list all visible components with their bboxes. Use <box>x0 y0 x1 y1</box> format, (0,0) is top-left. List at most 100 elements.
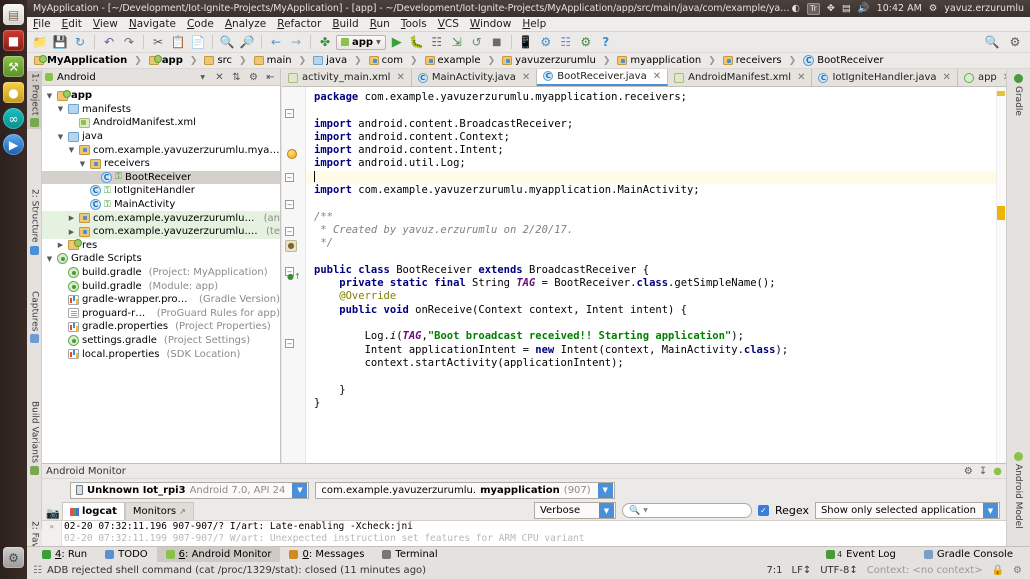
tool-window-tab-build-variants[interactable]: Build Variants <box>27 399 42 477</box>
tab-monitors[interactable]: Monitors ↗ <box>124 502 194 520</box>
fold-marker-icon[interactable]: − <box>285 200 294 209</box>
code-line[interactable]: package com.example.yavuzerzurumlu.myapp… <box>314 91 1006 104</box>
breadcrumb-item-src[interactable]: src ❯ <box>202 55 251 66</box>
close-icon[interactable]: ✕ <box>797 72 805 83</box>
volume-icon[interactable]: 🔊 <box>858 3 870 14</box>
code-line[interactable] <box>306 170 1006 185</box>
tree-item-gradle-scripts[interactable]: ▼ Gradle Scripts <box>42 252 280 266</box>
tree-item-bootreceiver[interactable]: C ⚿ BootReceiver <box>42 170 280 185</box>
bottom-tab-gradle-console[interactable]: Gradle Console <box>915 547 1022 562</box>
screenshot-icon[interactable]: 📷 <box>44 507 62 520</box>
chevron-down-icon[interactable]: ▼ <box>597 482 613 498</box>
terminal-red-icon[interactable]: ■ <box>3 30 24 51</box>
fold-marker-icon[interactable]: − <box>285 173 294 182</box>
trash-icon[interactable]: ⚙ <box>3 547 24 568</box>
clock[interactable]: 10:42 AM <box>877 3 922 14</box>
tree-item-build-gradle[interactable]: build.gradle (Module: app) <box>42 279 280 293</box>
logcat-output[interactable]: » 02-20 07:32:11.196 907-907/? I/art: La… <box>42 520 1006 547</box>
breadcrumb-item-myapplication[interactable]: MyApplication ❯ <box>32 55 147 66</box>
chevron-down-icon[interactable]: ▼ <box>45 92 54 100</box>
system-tray[interactable]: ◐ Tr ✥ ▤ 🔊 10:42 AM ⚙ yavuz.erzurumlu <box>792 2 1024 15</box>
status-icon[interactable]: ☷ <box>33 565 42 576</box>
regex-checkbox[interactable]: ✓ <box>757 505 769 516</box>
breadcrumb-item-example[interactable]: example ❯ <box>423 55 501 66</box>
gear-icon[interactable]: ⚙ <box>929 3 938 14</box>
breadcrumb-item-com[interactable]: com ❯ <box>367 55 423 66</box>
tab-logcat[interactable]: logcat <box>62 502 125 520</box>
warning-marker[interactable] <box>997 91 1005 96</box>
chevron-down-icon[interactable]: ▼ <box>78 160 87 168</box>
tree-item-build-gradle[interactable]: build.gradle (Project: MyApplication) <box>42 266 280 280</box>
tree-item-com-example-yavuzerzurumlu-myapplication[interactable]: ▼ com.example.yavuzerzurumlu.myapplicatio… <box>42 143 280 157</box>
project-view-selector[interactable]: Android ▼ <box>45 72 209 83</box>
bottom-tab-6-android-monitor[interactable]: 6: Android Monitor <box>156 547 281 562</box>
menu-item-refactor[interactable]: Refactor <box>277 18 321 30</box>
tree-item-gradle-properties[interactable]: gradle.properties (Project Properties) <box>42 320 280 334</box>
tool-window-tab-project[interactable]: 1: Project <box>27 71 42 130</box>
help-icon[interactable]: ? <box>597 33 615 51</box>
chevron-down-icon[interactable]: ▼ <box>376 39 381 46</box>
app-filter-selector[interactable]: Show only selected application ▼ <box>814 502 1000 519</box>
code-line[interactable]: } <box>314 397 1006 410</box>
profile-icon[interactable]: ☷ <box>428 33 446 51</box>
code-editor[interactable]: − − − − ● − ●↑ − package com.example.yav… <box>282 87 1006 463</box>
bluetooth-icon[interactable]: ✥ <box>827 3 835 14</box>
close-icon[interactable]: ✕ <box>522 72 530 83</box>
editor-tab-iotignitehandler-java[interactable]: C IotIgniteHandler.java ✕ <box>812 69 958 86</box>
chevron-down-icon[interactable]: ▼ <box>598 503 614 518</box>
close-icon[interactable]: ✕ <box>943 72 951 83</box>
override-method-icon[interactable]: ●↑ <box>287 272 301 281</box>
avd-manager-icon[interactable]: 📱 <box>517 33 535 51</box>
code-line[interactable]: public void onReceive(Context context, I… <box>314 304 1006 317</box>
breadcrumb-item-bootreceiver[interactable]: C BootReceiver <box>801 55 888 66</box>
tree-item-mainactivity[interactable]: C ⚿ MainActivity <box>42 198 280 212</box>
code-line[interactable]: import android.content.Intent; <box>314 144 1006 157</box>
tree-item-androidmanifest-xml[interactable]: AndroidManifest.xml <box>42 116 280 130</box>
chevron-down-icon[interactable]: ▼ <box>45 255 54 263</box>
wifi-icon[interactable]: ◐ <box>792 3 800 14</box>
chevron-down-icon[interactable]: ▼ <box>983 503 998 518</box>
media-player-icon[interactable]: ▶ <box>3 134 24 155</box>
arduino-icon[interactable]: ∞ <box>3 108 24 129</box>
hide-icon[interactable]: ↧ <box>979 466 987 477</box>
code-line[interactable] <box>314 317 1006 330</box>
run-configuration-selector[interactable]: app ▼ <box>336 34 386 50</box>
process-selector[interactable]: com.example.yavuzerzurumlu. myapplication… <box>315 481 615 499</box>
chevron-down-icon[interactable]: ▼ <box>200 74 209 81</box>
android-monitor-selectors[interactable]: Unknown Iot_rpi3 Android 7.0, API 24 ▼ c… <box>42 479 1006 501</box>
editor-gutter[interactable]: − − − − ● − ●↑ − <box>282 87 306 463</box>
breadcrumb-item-app[interactable]: app ❯ <box>147 55 203 66</box>
context-indicator[interactable]: Context: <no context> <box>867 565 983 576</box>
tree-item-com-example-yavuzerzurumlu-myapplication[interactable]: ▶ com.example.yavuzerzurumlu.myapplicatio… <box>42 224 280 239</box>
breadcrumb[interactable]: MyApplication ❯ app ❯ src ❯ main ❯ java ❯ com ❯ exam… <box>27 53 1030 69</box>
editor-tab-bar[interactable]: activity_main.xml ✕ C MainActivity.java ✕ C Bo… <box>282 68 1019 87</box>
code-line[interactable]: import android.content.Context; <box>314 131 1006 144</box>
menu-item-vcs[interactable]: VCS <box>438 18 459 30</box>
redo-icon[interactable]: ↷ <box>120 33 138 51</box>
settings-icon[interactable]: ⚙ <box>1006 33 1024 51</box>
tool-window-tab-captures[interactable]: Captures <box>27 289 42 345</box>
detach-icon[interactable]: ↗ <box>179 507 186 516</box>
layout-inspector-icon[interactable]: ☷ <box>557 33 575 51</box>
code-line[interactable]: /** <box>314 211 1006 224</box>
android-monitor-panel[interactable]: Android Monitor ⚙ ↧ ● Unknown Iot_rpi3 A… <box>42 463 1006 547</box>
files-icon[interactable]: ▤ <box>3 4 24 25</box>
fold-marker-icon[interactable]: − <box>285 339 294 348</box>
tree-item-local-properties[interactable]: local.properties (SDK Location) <box>42 347 280 361</box>
ubuntu-launcher[interactable]: ▤ ■ ⚒ ● ∞ ▶ ⚙ <box>0 0 27 579</box>
project-tool-window[interactable]: Android ▼ ✕ ⇅ ⚙ ⇤ ▼ app ▼ manifests AndroidM… <box>42 69 281 463</box>
code-line[interactable]: @Override <box>314 290 1006 303</box>
code-line[interactable]: private static final String TAG = BootRe… <box>314 277 1006 290</box>
tree-item-proguard-rules-pro[interactable]: proguard-rules.pro (ProGuard Rules for ap… <box>42 307 280 321</box>
menu-item-build[interactable]: Build <box>332 18 358 30</box>
code-line[interactable] <box>314 370 1006 383</box>
code-line[interactable]: */ <box>314 237 1006 250</box>
build-icon[interactable]: ✤ <box>316 33 334 51</box>
stop-icon[interactable]: ■ <box>488 33 506 51</box>
attach-debugger-icon[interactable]: ⇲ <box>448 33 466 51</box>
menu-item-file[interactable]: File <box>33 18 51 30</box>
tree-item-gradle-wrapper-properties[interactable]: gradle-wrapper.properties (Gradle Version… <box>42 293 280 307</box>
class-gutter-icon[interactable]: ● <box>285 240 297 252</box>
search-everywhere-icon[interactable]: 🔍 <box>983 33 1001 51</box>
menu-item-analyze[interactable]: Analyze <box>225 18 266 30</box>
